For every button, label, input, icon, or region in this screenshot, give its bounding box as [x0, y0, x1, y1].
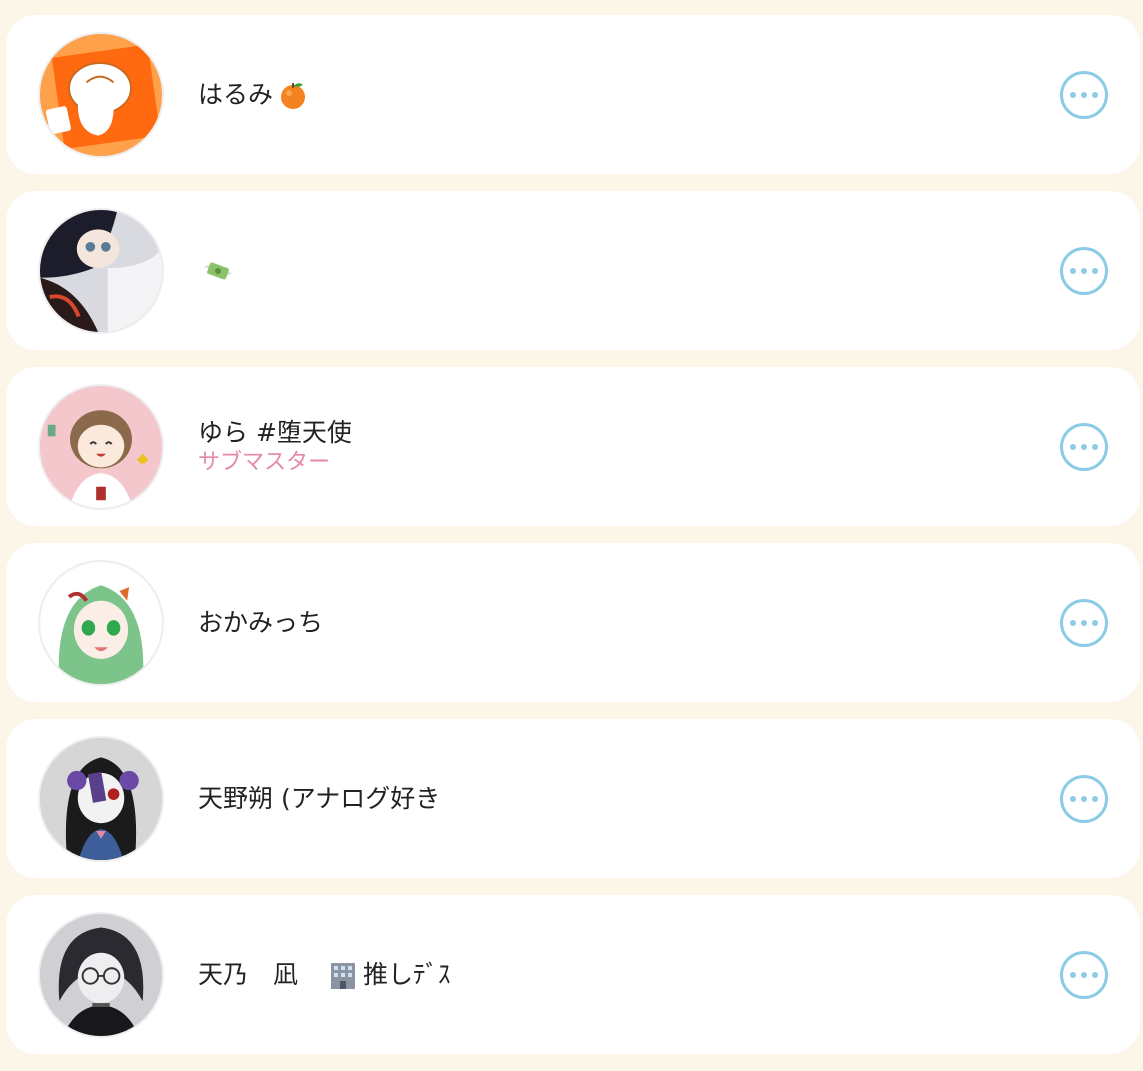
dot-icon — [1070, 796, 1076, 802]
member-row-6[interactable]: 天乃 凪 推しﾃﾞｽ — [6, 895, 1140, 1054]
green-hair-avatar-icon — [40, 562, 162, 684]
dot-icon — [1081, 620, 1087, 626]
member-row-2[interactable] — [6, 191, 1140, 350]
more-options-button[interactable] — [1060, 775, 1108, 823]
dot-icon — [1070, 972, 1076, 978]
member-name: はるみ — [198, 79, 309, 111]
dot-icon — [1081, 796, 1087, 802]
dot-icon — [1070, 620, 1076, 626]
dot-icon — [1092, 92, 1098, 98]
dot-icon — [1092, 972, 1098, 978]
dot-icon — [1092, 796, 1098, 802]
member-info — [198, 191, 234, 350]
dot-icon — [1081, 444, 1087, 450]
dot-icon — [1081, 268, 1087, 274]
dot-icon — [1092, 620, 1098, 626]
smiling-brown-hair-avatar-icon — [40, 386, 162, 508]
tangerine-icon — [277, 79, 309, 111]
avatar[interactable] — [38, 912, 164, 1038]
member-name — [198, 255, 234, 287]
avatar[interactable] — [38, 32, 164, 158]
dot-icon — [1081, 92, 1087, 98]
member-row-5[interactable]: 天野朔 (アナログ好き — [6, 719, 1140, 878]
dot-icon — [1070, 268, 1076, 274]
member-row-1[interactable]: はるみ — [6, 15, 1140, 174]
money-with-wings-icon — [202, 255, 234, 287]
dot-icon — [1070, 444, 1076, 450]
monochrome-purple-avatar-icon — [40, 738, 162, 860]
member-info: 天乃 凪 推しﾃﾞｽ — [198, 895, 451, 1054]
avatar[interactable] — [38, 208, 164, 334]
avatar[interactable] — [38, 736, 164, 862]
member-list: はるみ ゆら #堕天使 サブマスター おかみっち 天野朔 (アナログ好き 天乃 … — [6, 15, 1140, 1071]
member-info: ゆら #堕天使 サブマスター — [198, 367, 352, 526]
dot-icon — [1092, 268, 1098, 274]
member-row-3[interactable]: ゆら #堕天使 サブマスター — [6, 367, 1140, 526]
dark-hair-anime-avatar-icon — [40, 210, 162, 332]
member-row-4[interactable]: おかみっち — [6, 543, 1140, 702]
more-options-button[interactable] — [1060, 599, 1108, 647]
member-role: サブマスター — [198, 449, 331, 475]
dot-icon — [1070, 92, 1076, 98]
office-building-icon — [327, 959, 359, 991]
member-info: 天野朔 (アナログ好き — [198, 719, 440, 878]
more-options-button[interactable] — [1060, 423, 1108, 471]
dot-icon — [1092, 444, 1098, 450]
member-name: 天乃 凪 推しﾃﾞｽ — [198, 959, 451, 991]
member-name: おかみっち — [198, 607, 324, 637]
more-options-button[interactable] — [1060, 71, 1108, 119]
avatar[interactable] — [38, 560, 164, 686]
more-options-button[interactable] — [1060, 247, 1108, 295]
member-info: はるみ — [198, 15, 309, 174]
member-name: ゆら #堕天使 — [198, 417, 352, 447]
avatar[interactable] — [38, 384, 164, 510]
member-name: 天野朔 (アナログ好き — [198, 783, 441, 813]
member-info: おかみっち — [198, 543, 323, 702]
glasses-dark-hair-avatar-icon — [40, 914, 162, 1036]
orange-doodle-avatar-icon — [40, 34, 162, 156]
more-options-button[interactable] — [1060, 951, 1108, 999]
dot-icon — [1081, 972, 1087, 978]
